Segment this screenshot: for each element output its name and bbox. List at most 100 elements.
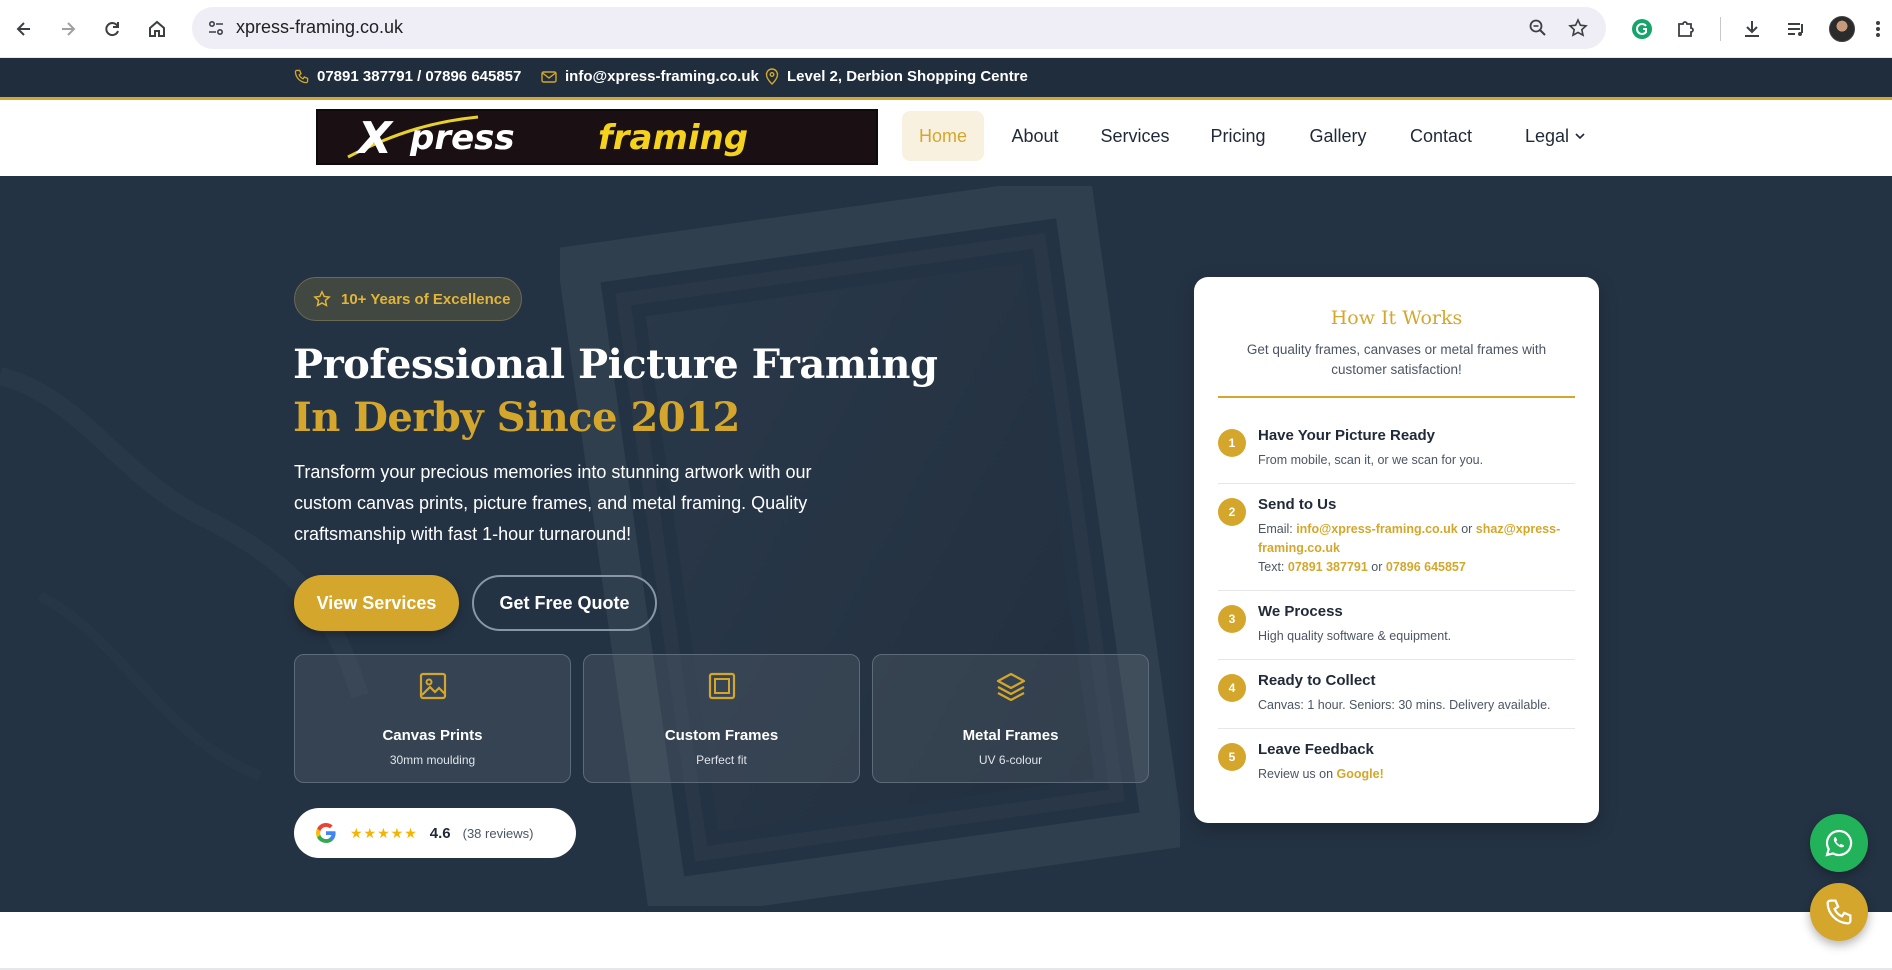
address-bar[interactable]: xpress-framing.co.uk	[192, 7, 1606, 49]
step-number: 5	[1218, 743, 1246, 771]
review-prefix: Review us on	[1258, 767, 1337, 781]
step-title: Send to Us	[1258, 496, 1337, 513]
mail-icon	[541, 70, 557, 83]
chevron-down-icon	[1575, 133, 1585, 140]
nav-pricing[interactable]: Pricing	[1202, 111, 1274, 161]
whatsapp-button[interactable]	[1810, 814, 1868, 872]
hero-section: 10+ Years of Excellence Professional Pic…	[0, 176, 1892, 912]
extensions-icon[interactable]	[1670, 13, 1702, 45]
bookmark-star-icon[interactable]	[1566, 16, 1590, 40]
profile-avatar[interactable]	[1826, 13, 1858, 45]
service-card-canvas-prints[interactable]: Canvas Prints 30mm moulding	[294, 654, 571, 783]
rating-stars: ★★★★★	[350, 824, 418, 841]
frame-icon	[584, 671, 859, 701]
topbar-email[interactable]: info@xpress-framing.co.uk	[541, 68, 759, 85]
get-free-quote-button[interactable]: Get Free Quote	[472, 575, 657, 631]
card-title: Canvas Prints	[382, 727, 483, 744]
google-icon	[316, 822, 336, 843]
location-pin-icon	[765, 68, 779, 85]
how-it-works-title: How It Works	[1330, 307, 1463, 329]
step-title: Ready to Collect	[1258, 672, 1376, 689]
topbar-address-text: Level 2, Derbion Shopping Centre	[787, 68, 1028, 85]
review-suffix: !	[1379, 767, 1384, 781]
toolbar-separator	[1720, 17, 1721, 41]
step-title: Have Your Picture Ready	[1258, 427, 1436, 444]
media-icon[interactable]	[1780, 13, 1812, 45]
forward-icon[interactable]	[52, 13, 84, 45]
step-description: From mobile, scan it, or we scan for you…	[1258, 453, 1484, 467]
email-link-info[interactable]: info@xpress-framing.co.uk	[1296, 522, 1458, 536]
logo-x: X	[355, 113, 394, 163]
whatsapp-icon	[1825, 829, 1853, 857]
gold-divider	[1218, 396, 1575, 398]
email-label: Email:	[1258, 522, 1297, 536]
step-description: High quality software & equipment.	[1258, 629, 1452, 643]
topbar-phone[interactable]: 07891 387791 / 07896 645857	[294, 68, 521, 85]
zoom-icon[interactable]	[1526, 16, 1550, 40]
topbar-address: Level 2, Derbion Shopping Centre	[765, 68, 1028, 85]
nav-services[interactable]: Services	[1094, 111, 1176, 161]
step-description: Review us on Google!	[1258, 765, 1575, 784]
more-icon[interactable]	[1868, 13, 1888, 45]
step-divider	[1218, 659, 1575, 660]
nav-home[interactable]: Home	[902, 111, 984, 161]
topbar-phone-text[interactable]: 07891 387791 / 07896 645857	[317, 68, 521, 85]
back-icon[interactable]	[8, 13, 40, 45]
logo-framing: framing	[598, 118, 748, 158]
phone-link-1[interactable]: 07891 387791	[1288, 560, 1368, 574]
step-divider	[1218, 483, 1575, 484]
step-number: 2	[1218, 498, 1246, 526]
or-text: or	[1367, 560, 1386, 574]
call-button[interactable]	[1810, 883, 1868, 941]
download-icon[interactable]	[1736, 13, 1768, 45]
nav-legal[interactable]: Legal	[1506, 111, 1604, 161]
step-description: Email: info@xpress-framing.co.uk or shaz…	[1258, 520, 1575, 577]
site-info-icon[interactable]	[204, 16, 228, 40]
nav-legal-label[interactable]: Legal	[1525, 126, 1569, 147]
step-title: Leave Feedback	[1258, 741, 1374, 758]
browser-toolbar: xpress-framing.co.uk	[0, 0, 1892, 58]
step-divider	[1218, 590, 1575, 591]
or-text: or	[1457, 522, 1476, 536]
google-review-link[interactable]: Google	[1337, 767, 1380, 781]
step-number: 3	[1218, 605, 1246, 633]
rating-value: 4.6	[429, 824, 451, 842]
google-reviews-badge[interactable]: ★★★★★ 4.6 (38 reviews)	[294, 808, 576, 858]
service-card-metal-frames[interactable]: Metal Frames UV 6-colour	[872, 654, 1149, 783]
service-card-custom-frames[interactable]: Custom Frames Perfect fit	[583, 654, 860, 783]
review-count: (38 reviews)	[462, 825, 534, 841]
nav-gallery[interactable]: Gallery	[1300, 111, 1376, 161]
layers-icon	[873, 671, 1148, 701]
how-it-works-panel: How It Works Get quality frames, canvase…	[1194, 277, 1599, 823]
step-number: 1	[1218, 429, 1246, 457]
hero-description: Transform your precious memories into st…	[294, 462, 812, 544]
experience-badge-label: 10+ Years of Excellence	[341, 290, 511, 308]
nav-contact[interactable]: Contact	[1402, 111, 1480, 161]
phone-link-2[interactable]: 07896 645857	[1386, 560, 1466, 574]
card-subtitle: UV 6-colour	[978, 753, 1043, 767]
image-icon	[295, 671, 570, 701]
nav-about[interactable]: About	[1002, 111, 1068, 161]
contact-info-bar: 07891 387791 / 07896 645857 info@xpress-…	[0, 58, 1892, 100]
xpress-framing-logo[interactable]: X press framing	[316, 109, 878, 165]
card-title: Metal Frames	[962, 727, 1059, 744]
card-subtitle: 30mm moulding	[389, 753, 476, 767]
url-text[interactable]: xpress-framing.co.uk	[236, 17, 403, 38]
hero-title-line1: Professional Picture Framing	[293, 341, 938, 388]
card-title: Custom Frames	[664, 727, 779, 744]
step-divider	[1218, 728, 1575, 729]
grammarly-icon[interactable]	[1626, 13, 1658, 45]
topbar-email-text[interactable]: info@xpress-framing.co.uk	[565, 68, 759, 85]
site-header: X press framing Home About Services Pric…	[0, 101, 1892, 176]
view-services-button[interactable]: View Services	[294, 575, 459, 631]
experience-badge: 10+ Years of Excellence	[294, 277, 522, 321]
reload-icon[interactable]	[96, 13, 128, 45]
phone-icon	[294, 69, 309, 84]
step-description: Canvas: 1 hour. Seniors: 30 mins. Delive…	[1258, 698, 1551, 712]
how-it-works-subtitle: Get quality frames, canvases or metal fr…	[1246, 342, 1547, 377]
star-icon	[313, 290, 331, 307]
home-icon[interactable]	[141, 13, 173, 45]
hero-title-line2: In Derby Since 2012	[293, 394, 740, 441]
step-number: 4	[1218, 674, 1246, 702]
next-section	[0, 912, 1892, 970]
